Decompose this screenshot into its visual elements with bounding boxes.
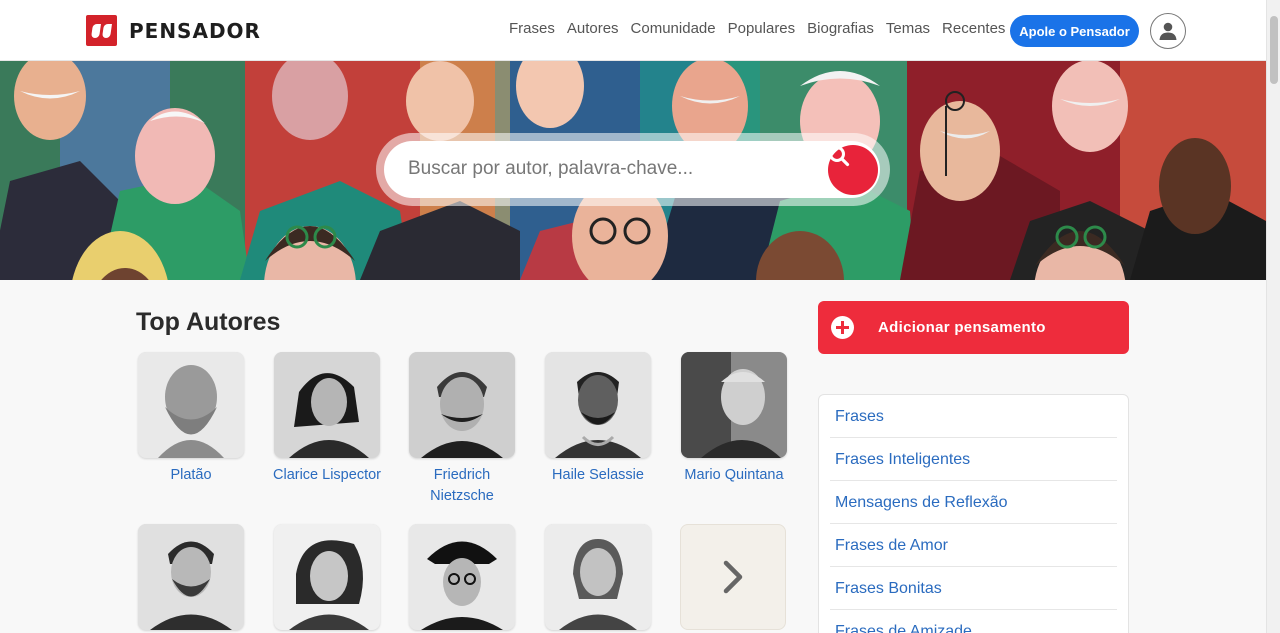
nav-item-temas[interactable]: Temas [886, 20, 930, 37]
add-thought-button[interactable]: Adicionar pensamento [818, 301, 1129, 354]
author-photo [545, 352, 651, 458]
author-card-9[interactable] [544, 524, 652, 633]
site-header: PENSADOR Frases Autores Comunidade Popul… [0, 0, 1266, 61]
author-photo [274, 524, 380, 630]
author-card-6[interactable] [137, 524, 245, 633]
plus-icon [831, 316, 854, 339]
add-thought-label: Adicionar pensamento [878, 319, 1046, 336]
author-name: Friedrich Nietzsche [430, 467, 494, 504]
category-item[interactable]: Frases de Amizade [830, 610, 1117, 633]
search-box [384, 141, 880, 198]
author-card-platao[interactable]: Platão [137, 352, 245, 486]
category-item[interactable]: Mensagens de Reflexão [830, 481, 1117, 524]
more-authors-button[interactable] [680, 524, 786, 630]
quote-logo-icon [86, 15, 117, 46]
nav-item-autores[interactable]: Autores [567, 20, 619, 37]
support-button[interactable]: Apole o Pensador [1010, 15, 1139, 47]
user-account-button[interactable] [1150, 13, 1186, 49]
category-item[interactable]: Frases Bonitas [830, 567, 1117, 610]
user-icon [1159, 22, 1177, 40]
author-card-friedrich-nietzsche[interactable]: Friedrich Nietzsche [408, 352, 516, 507]
author-photo [409, 524, 515, 630]
category-item[interactable]: Frases de Amor [830, 524, 1117, 567]
search-button[interactable] [828, 145, 878, 195]
page-scrollbar[interactable] [1266, 0, 1280, 633]
search-input[interactable] [408, 153, 808, 185]
nav-item-populares[interactable]: Populares [728, 20, 796, 37]
nav-item-comunidade[interactable]: Comunidade [631, 20, 716, 37]
main-nav: Frases Autores Comunidade Populares Biog… [509, 20, 1005, 37]
category-item[interactable]: Frases [830, 395, 1117, 438]
author-name: Haile Selassie [552, 467, 644, 483]
search-container [376, 133, 890, 206]
nav-item-biografias[interactable]: Biografias [807, 20, 874, 37]
author-photo [545, 524, 651, 630]
author-card-clarice-lispector[interactable]: Clarice Lispector [273, 352, 381, 486]
author-card-8[interactable] [408, 524, 516, 633]
search-icon [829, 146, 850, 167]
author-photo [681, 352, 787, 458]
category-item[interactable]: Frases Inteligentes [830, 438, 1117, 481]
author-name: Platão [170, 467, 212, 483]
nav-item-recentes[interactable]: Recentes [942, 20, 1005, 37]
author-card-mario-quintana[interactable]: Mario Quintana [680, 352, 788, 486]
author-card-7[interactable] [273, 524, 381, 633]
author-photo [274, 352, 380, 458]
author-name: Clarice Lispector [273, 467, 381, 483]
nav-item-frases[interactable]: Frases [509, 20, 555, 37]
hero-banner [0, 61, 1266, 280]
chevron-right-icon [723, 560, 743, 594]
category-list: Frases Frases Inteligentes Mensagens de … [818, 394, 1129, 633]
author-card-haile-selassie[interactable]: Haile Selassie [544, 352, 652, 486]
author-name: Mario Quintana [684, 467, 784, 483]
author-photo [138, 352, 244, 458]
author-photo [409, 352, 515, 458]
logo-text: PENSADOR [129, 18, 261, 43]
scrollbar-thumb[interactable] [1270, 16, 1278, 84]
site-logo[interactable]: PENSADOR [86, 15, 261, 46]
top-authors-title: Top Autores [136, 308, 281, 336]
author-photo [138, 524, 244, 630]
